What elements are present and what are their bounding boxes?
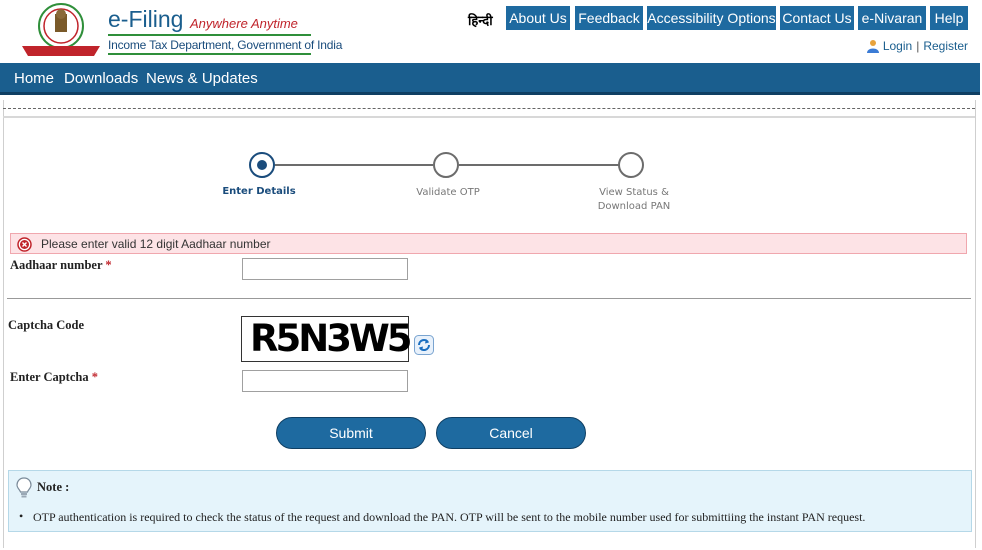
step-2-indicator xyxy=(433,152,459,178)
topnav-accessibility[interactable]: Accessibility Options xyxy=(647,6,776,30)
topnav-help[interactable]: Help xyxy=(930,6,968,30)
income-tax-logo[interactable] xyxy=(18,2,104,60)
aadhaar-input[interactable] xyxy=(242,258,408,280)
nav-downloads[interactable]: Downloads xyxy=(64,70,138,87)
enter-captcha-input[interactable] xyxy=(242,370,408,392)
site-header: e-Filing Anywhere Anytime Income Tax Dep… xyxy=(0,0,982,63)
step-1-label: Enter Details xyxy=(222,186,296,197)
account-separator: | xyxy=(916,39,920,53)
brand-underline xyxy=(108,53,311,55)
nav-home[interactable]: Home xyxy=(14,70,54,87)
dashed-divider xyxy=(3,108,975,109)
brand-subtitle: Income Tax Department, Government of Ind… xyxy=(108,38,343,52)
aadhaar-label: Aadhaar number * xyxy=(10,258,112,273)
topnav-about-us[interactable]: About Us xyxy=(506,6,570,30)
error-icon xyxy=(17,237,32,252)
step-connector-1 xyxy=(275,164,433,166)
user-icon xyxy=(866,40,879,53)
error-text: Please enter valid 12 digit Aadhaar numb… xyxy=(41,237,271,251)
lightbulb-icon xyxy=(16,477,32,498)
step-1-indicator xyxy=(249,152,275,178)
required-mark: * xyxy=(91,370,98,384)
form-divider xyxy=(7,298,971,299)
aadhaar-label-text: Aadhaar number xyxy=(10,258,103,272)
enter-captcha-label: Enter Captcha * xyxy=(10,370,98,385)
step-3-label: View Status & Download PAN xyxy=(584,186,684,214)
step-3-label-line1: View Status & xyxy=(599,187,669,198)
language-toggle[interactable]: हिन्दी xyxy=(468,11,493,29)
active-dot-icon xyxy=(257,160,267,170)
topnav-contact-us[interactable]: Contact Us xyxy=(780,6,854,30)
note-title: Note : xyxy=(37,480,70,494)
cancel-button[interactable]: Cancel xyxy=(436,417,586,449)
note-item: OTP authentication is required to check … xyxy=(19,509,865,525)
brand-divider xyxy=(108,34,311,36)
nav-news-updates[interactable]: News & Updates xyxy=(146,70,258,87)
step-connector-2 xyxy=(459,164,619,166)
submit-button[interactable]: Submit xyxy=(276,417,426,449)
brand-title: e-Filing xyxy=(108,6,184,32)
step-3-label-line2: Download PAN xyxy=(597,201,671,212)
register-link[interactable]: Register xyxy=(923,39,968,53)
error-message-box: Please enter valid 12 digit Aadhaar numb… xyxy=(10,233,967,254)
content-border-left xyxy=(3,100,4,548)
topnav-e-nivaran[interactable]: e-Nivaran xyxy=(858,6,926,30)
account-links: Login | Register xyxy=(866,39,968,53)
content-border-right xyxy=(975,100,976,548)
main-navigation: Home Downloads News & Updates xyxy=(0,63,980,95)
captcha-code-label: Captcha Code xyxy=(8,318,85,332)
brand-tagline: Anywhere Anytime xyxy=(190,16,298,31)
enter-captcha-label-text: Enter Captcha xyxy=(10,370,89,384)
login-link[interactable]: Login xyxy=(883,39,912,53)
required-mark: * xyxy=(105,258,112,272)
step-3-indicator xyxy=(618,152,644,178)
topnav-feedback[interactable]: Feedback xyxy=(575,6,643,30)
note-box: Note : OTP authentication is required to… xyxy=(8,470,972,532)
step-2-label: Validate OTP xyxy=(416,187,480,198)
content-top-rule xyxy=(3,116,975,118)
refresh-captcha-icon[interactable] xyxy=(414,335,434,355)
captcha-image: R5N3W5 xyxy=(241,316,413,362)
